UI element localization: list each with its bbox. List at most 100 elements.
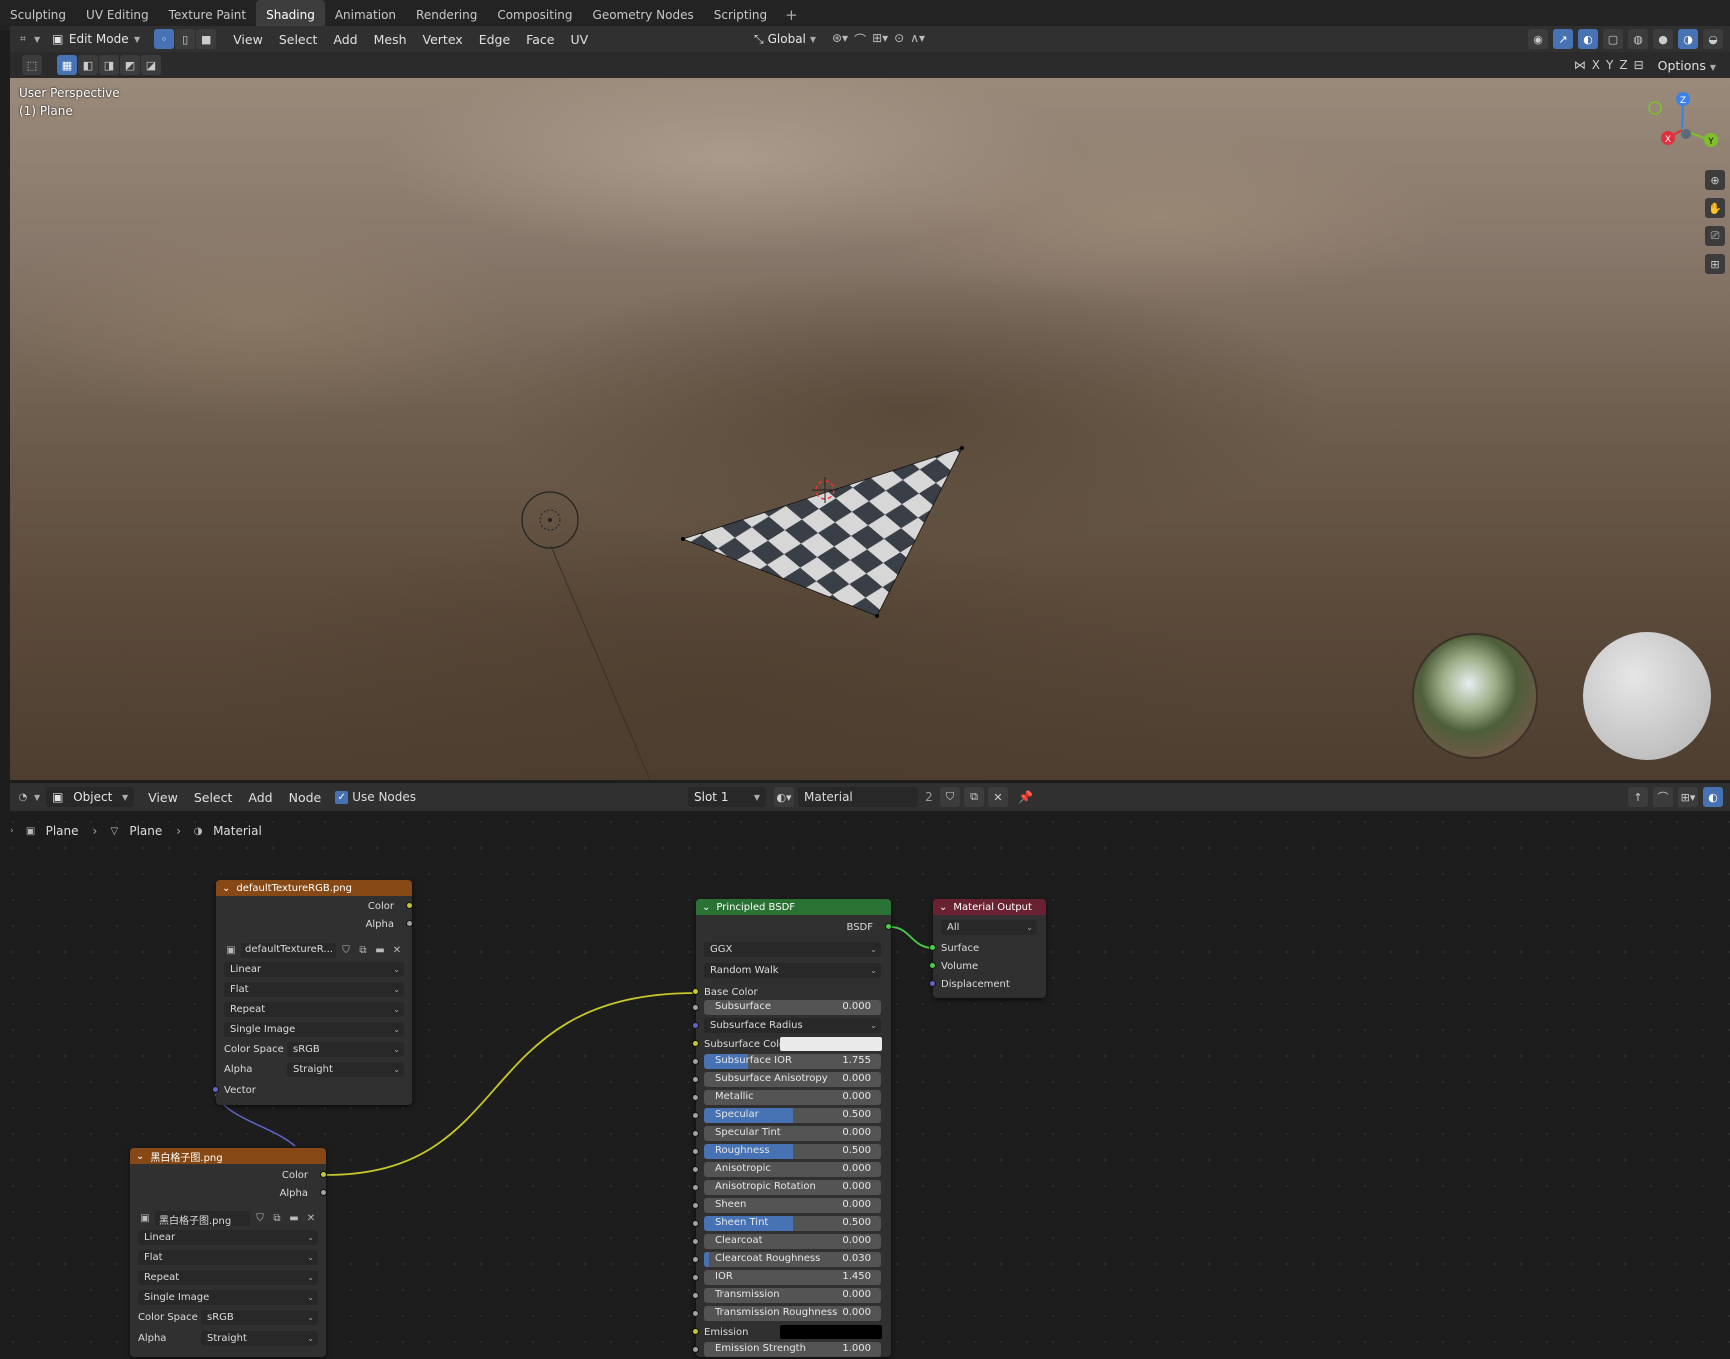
- menu-uv[interactable]: UV: [562, 32, 596, 47]
- param-slider[interactable]: Anisotropic 0.000: [704, 1162, 881, 1177]
- rendered-shading-icon[interactable]: ◒: [1703, 29, 1723, 49]
- interpolation-dropdown[interactable]: Linear ⌄: [138, 1230, 318, 1245]
- menu-face[interactable]: Face: [518, 32, 562, 47]
- socket-vector[interactable]: [212, 1086, 219, 1093]
- emission-strength-slider[interactable]: Emission Strength 1.000: [704, 1342, 881, 1357]
- overlay-icon[interactable]: ◐: [1578, 29, 1598, 49]
- menu-select[interactable]: Select: [271, 32, 326, 47]
- unlink-icon[interactable]: ✕: [304, 1211, 318, 1225]
- output-target-dropdown[interactable]: All ⌄: [941, 920, 1037, 935]
- menu-add[interactable]: Add: [325, 32, 365, 47]
- visibility-eye-icon[interactable]: ◉: [1528, 29, 1548, 49]
- node-header[interactable]: ⌄ Material Output: [933, 899, 1046, 915]
- socket-volume[interactable]: [929, 962, 936, 969]
- subsurface-method-dropdown[interactable]: Random Walk ⌄: [704, 963, 881, 978]
- socket-input[interactable]: [692, 1310, 699, 1317]
- mirror-x-toggle[interactable]: X: [1592, 58, 1600, 72]
- extension-dropdown[interactable]: Repeat ⌄: [138, 1270, 318, 1285]
- xray-icon[interactable]: ▢: [1603, 29, 1623, 49]
- edge-select-icon[interactable]: ▯: [175, 29, 196, 49]
- param-slider[interactable]: Anisotropic Rotation 0.000: [704, 1180, 881, 1195]
- socket-surface[interactable]: [929, 944, 936, 951]
- material-slot-dropdown[interactable]: Slot 1 ▼: [688, 787, 766, 807]
- node-header[interactable]: ⌄ defaultTextureRGB.png: [216, 880, 412, 896]
- shader-type-dropdown[interactable]: ▣ Object ▼: [46, 787, 135, 807]
- breadcrumb-mesh[interactable]: Plane: [129, 824, 162, 838]
- material-output-node[interactable]: ⌄ Material Output All ⌄ Surface Volume Dis…: [929, 899, 1046, 998]
- param-slider[interactable]: Clearcoat 0.000: [704, 1234, 881, 1249]
- param-slider[interactable]: Subsurface IOR 1.755: [704, 1054, 881, 1069]
- breadcrumb-object[interactable]: Plane: [46, 824, 79, 838]
- socket-input[interactable]: [692, 1202, 699, 1209]
- unlink-material-icon[interactable]: ✕: [988, 787, 1008, 807]
- socket-input[interactable]: [692, 1274, 699, 1281]
- socket-input[interactable]: [692, 1004, 699, 1011]
- editor-type-dropdown[interactable]: ◔ ▼: [10, 787, 46, 807]
- mirror-z-toggle[interactable]: Z: [1619, 58, 1627, 72]
- collapse-chevron-icon[interactable]: ⌄: [939, 902, 947, 913]
- distribution-dropdown[interactable]: GGX ⌄: [704, 942, 881, 957]
- socket-input[interactable]: [692, 1184, 699, 1191]
- select-box-tool-icon[interactable]: ⬚: [22, 55, 42, 75]
- socket-bsdf[interactable]: [885, 923, 892, 930]
- zoom-icon[interactable]: ⊕: [1705, 170, 1725, 190]
- socket-subsurface-radius[interactable]: [692, 1022, 699, 1029]
- menu-add[interactable]: Add: [240, 790, 280, 805]
- socket-color[interactable]: [406, 902, 413, 909]
- select-mode-extend-icon[interactable]: ◧: [78, 55, 98, 75]
- extension-dropdown[interactable]: Repeat ⌄: [224, 1002, 404, 1017]
- menu-mesh[interactable]: Mesh: [366, 32, 415, 47]
- snap-icon[interactable]: ⌒: [854, 31, 866, 48]
- pin-icon[interactable]: 📌: [1018, 790, 1033, 804]
- param-slider[interactable]: Transmission 0.000: [704, 1288, 881, 1303]
- alpha-mode-dropdown[interactable]: Straight ⌄: [287, 1062, 404, 1077]
- light-object-icon[interactable]: [521, 491, 579, 549]
- checker-plane-mesh[interactable]: [681, 446, 964, 618]
- socket-emission-strength[interactable]: [692, 1346, 699, 1353]
- image-selector[interactable]: ▣ defaultTextureR... ⛉ ⧉ ▬ ✕: [224, 942, 404, 958]
- socket-base-color[interactable]: [692, 988, 699, 995]
- param-slider[interactable]: Subsurface 0.000: [704, 1000, 881, 1015]
- options-dropdown[interactable]: Options ▼: [1650, 58, 1724, 73]
- socket-input[interactable]: [692, 1256, 699, 1263]
- fake-user-shield-icon[interactable]: ⛉: [253, 1211, 267, 1225]
- menu-edge[interactable]: Edge: [471, 32, 518, 47]
- color-space-dropdown[interactable]: sRGB ⌄: [201, 1310, 318, 1325]
- socket-input[interactable]: [692, 1130, 699, 1137]
- select-mode-invert-icon[interactable]: ◩: [120, 55, 140, 75]
- transform-orientation-dropdown[interactable]: ⤡ Global ▼: [748, 29, 822, 49]
- breadcrumb-material[interactable]: Material: [213, 824, 262, 838]
- node-header[interactable]: ⌄ Principled BSDF: [696, 899, 891, 915]
- param-slider[interactable]: Subsurface Anisotropy 0.000: [704, 1072, 881, 1087]
- snap-target-icon[interactable]: ⊞▾: [872, 31, 888, 48]
- mirror-y-toggle[interactable]: Y: [1606, 58, 1613, 72]
- face-select-icon[interactable]: ■: [196, 29, 217, 49]
- menu-node[interactable]: Node: [281, 790, 330, 805]
- source-dropdown[interactable]: Single Image ⌄: [224, 1022, 404, 1037]
- socket-input[interactable]: [692, 1166, 699, 1173]
- socket-input[interactable]: [692, 1148, 699, 1155]
- socket-input[interactable]: [692, 1220, 699, 1227]
- open-folder-icon[interactable]: ▬: [287, 1211, 301, 1225]
- socket-emission[interactable]: [692, 1328, 699, 1335]
- duplicate-image-icon[interactable]: ⧉: [356, 943, 370, 957]
- socket-input[interactable]: [692, 1076, 699, 1083]
- unlink-icon[interactable]: ✕: [390, 943, 404, 957]
- projection-dropdown[interactable]: Flat ⌄: [138, 1250, 318, 1265]
- collapse-chevron-icon[interactable]: ⌄: [136, 1151, 144, 1162]
- open-folder-icon[interactable]: ▬: [373, 943, 387, 957]
- subsurface-color-swatch[interactable]: [780, 1037, 882, 1051]
- falloff-icon[interactable]: ∧▾: [910, 31, 925, 48]
- wireframe-shading-icon[interactable]: ◍: [1628, 29, 1648, 49]
- duplicate-image-icon[interactable]: ⧉: [270, 1211, 284, 1225]
- mirror-icon[interactable]: ⋈: [1574, 58, 1586, 72]
- subsurface-radius-dropdown[interactable]: Subsurface Radius ⌄: [704, 1018, 881, 1033]
- socket-alpha[interactable]: [406, 920, 413, 927]
- gizmo-icon[interactable]: ↗: [1553, 29, 1573, 49]
- select-mode-new-icon[interactable]: ▦: [57, 55, 77, 75]
- image-selector[interactable]: ▣ 黑白格子图.png ⛉ ⧉ ▬ ✕: [138, 1210, 318, 1226]
- proportional-edit-icon[interactable]: ⊙: [894, 31, 904, 48]
- alpha-mode-dropdown[interactable]: Straight ⌄: [201, 1331, 318, 1346]
- material-name-field[interactable]: Material: [798, 787, 918, 807]
- pivot-icon[interactable]: ⊛▾: [832, 31, 848, 48]
